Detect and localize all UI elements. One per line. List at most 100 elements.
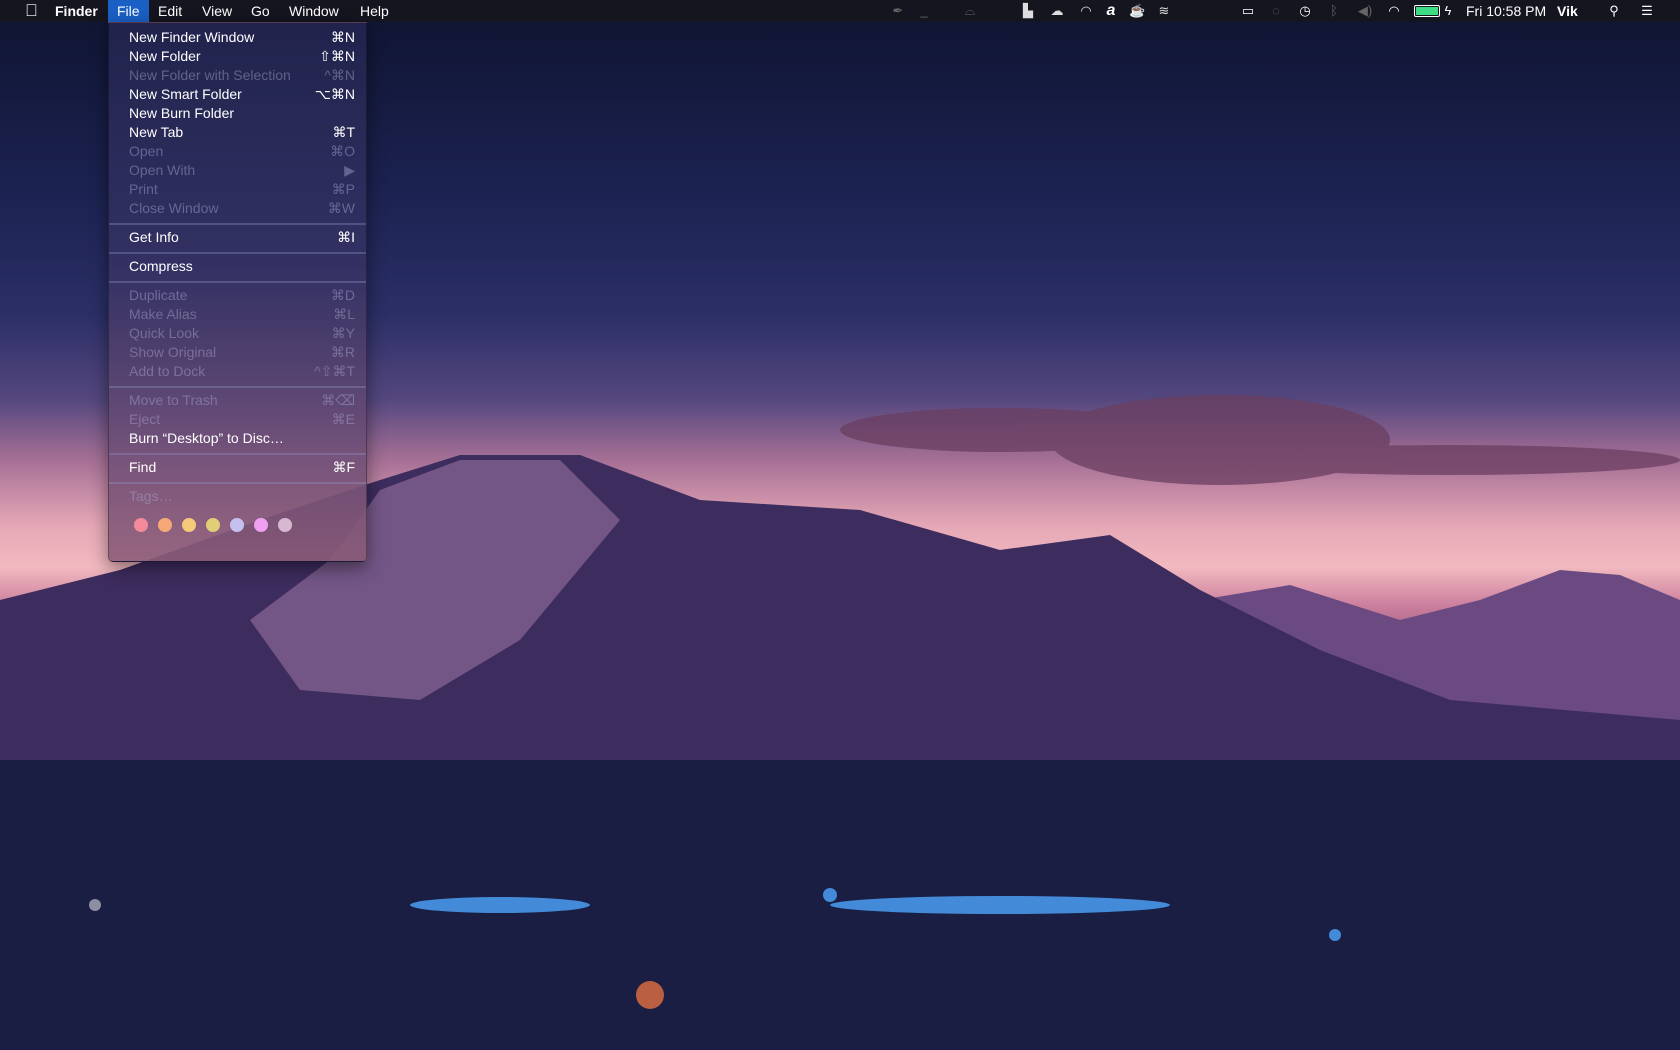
shortcut-label: ^⇧⌘T — [314, 363, 355, 379]
drive-icon[interactable]: ▙ — [1020, 0, 1036, 22]
menu-item-close-window: Close Window ⌘W — [109, 199, 366, 218]
menu-item-compress[interactable]: Compress — [109, 257, 366, 276]
menu-item-label: New Smart Folder — [129, 86, 242, 102]
menu-item-label: Open With — [129, 162, 196, 178]
menu-item-tags[interactable]: Tags… — [109, 487, 366, 506]
menu-item-label: New Tab — [129, 124, 184, 140]
menu-separator — [109, 386, 366, 388]
shortcut-label: ⌘O — [330, 143, 355, 159]
menu-item-new-smart-folder[interactable]: New Smart Folder ⌥⌘N — [109, 85, 366, 104]
shortcut-label: ⌘F — [332, 459, 355, 475]
menu-item-label: New Folder with Selection — [129, 67, 291, 83]
menu-item-show-original: Show Original ⌘R — [109, 343, 366, 362]
menu-edit[interactable]: Edit — [149, 0, 191, 22]
menu-item-open: Open ⌘O — [109, 142, 366, 161]
airplay-icon[interactable]: ▭ — [1239, 0, 1257, 22]
menu-item-label: New Folder — [129, 48, 201, 64]
shortcut-label: ▶ — [344, 162, 355, 178]
shortcut-label: ⌘W — [327, 200, 355, 216]
shortcut-label: ⌘N — [330, 29, 355, 45]
shortcut-label: ⌘Y — [331, 325, 355, 341]
shortcut-label: ⌘E — [331, 411, 355, 427]
menu-item-eject: Eject ⌘E — [109, 410, 366, 429]
shortcut-label: ^⌘N — [324, 67, 355, 83]
orange-light — [636, 981, 664, 1009]
menu-item-label: Open — [129, 143, 164, 159]
menu-item-label: Make Alias — [129, 306, 197, 322]
shortcut-label: ⌘R — [330, 344, 355, 360]
menu-help[interactable]: Help — [351, 0, 398, 22]
shortcut-label: ⌘T — [332, 124, 355, 140]
bluetooth-icon[interactable]: ᛒ — [1326, 0, 1342, 22]
menu-view[interactable]: View — [193, 0, 241, 22]
shortcut-label: ⌘L — [333, 306, 355, 322]
coffee-icon[interactable]: ☕ — [1129, 0, 1145, 22]
menu-item-burn-desktop-to-disc[interactable]: Burn “Desktop” to Disc… — [109, 429, 366, 448]
charging-icon: ϟ — [1444, 3, 1452, 18]
battery-icon[interactable] — [1414, 5, 1440, 17]
cloud — [840, 395, 1680, 485]
tag-color-dot[interactable] — [182, 518, 196, 532]
menu-item-get-info[interactable]: Get Info ⌘I — [109, 228, 366, 247]
pen-icon[interactable]: ✒ — [890, 0, 906, 22]
tag-color-dot[interactable] — [158, 518, 172, 532]
menu-item-quick-look: Quick Look ⌘Y — [109, 324, 366, 343]
menu-separator — [109, 453, 366, 455]
menu-separator — [109, 223, 366, 225]
a-icon[interactable]: a — [1103, 0, 1119, 22]
menu-item-new-folder[interactable]: New Folder ⇧⌘N — [109, 47, 366, 66]
menu-bar:  Finder File Edit View Go Window Help ✒… — [0, 0, 1680, 22]
menu-item-move-to-trash: Move to Trash ⌘⌫ — [109, 391, 366, 410]
menu-go[interactable]: Go — [242, 0, 279, 22]
clock-disabled-icon[interactable]: ◌ — [1268, 0, 1284, 22]
clock[interactable]: Fri 10:58 PM — [1466, 0, 1546, 22]
menu-file[interactable]: File — [108, 0, 149, 22]
wifi-icon[interactable]: ◠ — [1385, 0, 1403, 22]
menu-item-label: Burn “Desktop” to Disc… — [129, 430, 284, 446]
volume-icon[interactable]: ◀) — [1355, 0, 1375, 22]
cloud-icon[interactable]: ☁ — [1048, 0, 1066, 22]
menu-item-print: Print ⌘P — [109, 180, 366, 199]
menu-item-label: Show Original — [129, 344, 217, 360]
headphones-icon[interactable]: ◠ — [1078, 0, 1094, 22]
shortcut-label: ⌘I — [337, 229, 355, 245]
menu-item-label: New Burn Folder — [129, 105, 235, 121]
menu-item-label: Quick Look — [129, 325, 200, 341]
menu-item-label: Duplicate — [129, 287, 188, 303]
menu-item-new-finder-window[interactable]: New Finder Window ⌘N — [109, 28, 366, 47]
menu-separator — [109, 482, 366, 484]
menu-item-label: Add to Dock — [129, 363, 206, 379]
app-menu-finder[interactable]: Finder — [46, 0, 107, 22]
menu-item-duplicate: Duplicate ⌘D — [109, 286, 366, 305]
shortcut-label: ⌥⌘N — [314, 86, 355, 102]
menu-item-label: Close Window — [129, 200, 219, 216]
search-icon[interactable]: ⚲ — [1606, 0, 1622, 22]
dash-icon[interactable]: _ — [916, 0, 932, 22]
tag-color-dot[interactable] — [206, 518, 220, 532]
tag-color-dot[interactable] — [278, 518, 292, 532]
shortcut-label: ⌘P — [331, 181, 355, 197]
wave-icon[interactable]: ≋ — [1156, 0, 1172, 22]
time-machine-icon[interactable]: ◷ — [1297, 0, 1313, 22]
menu-item-label: Compress — [129, 258, 193, 274]
menu-item-new-folder-with-selection: New Folder with Selection ^⌘N — [109, 66, 366, 85]
menu-item-new-tab[interactable]: New Tab ⌘T — [109, 123, 366, 142]
menu-item-find[interactable]: Find ⌘F — [109, 458, 366, 477]
cloud-outline-icon[interactable]: ⌓ — [962, 0, 978, 22]
user-name[interactable]: Vik — [1557, 0, 1578, 22]
menu-separator — [109, 281, 366, 283]
menu-item-label: Move to Trash — [129, 392, 218, 408]
notifications-icon[interactable]: ☰ — [1638, 0, 1656, 22]
tag-color-dot[interactable] — [134, 518, 148, 532]
shortcut-label: ⇧⌘N — [319, 48, 355, 64]
menu-item-open-with: Open With ▶ — [109, 161, 366, 180]
menu-item-label: Find — [129, 459, 157, 475]
tag-color-dot[interactable] — [254, 518, 268, 532]
menu-item-label: Get Info — [129, 229, 179, 245]
apple-menu-icon[interactable]:  — [16, 0, 47, 22]
tag-color-dot[interactable] — [230, 518, 244, 532]
menu-item-make-alias: Make Alias ⌘L — [109, 305, 366, 324]
menu-window[interactable]: Window — [280, 0, 348, 22]
menu-item-new-burn-folder[interactable]: New Burn Folder — [109, 104, 366, 123]
menu-item-add-to-dock: Add to Dock ^⇧⌘T — [109, 362, 366, 381]
